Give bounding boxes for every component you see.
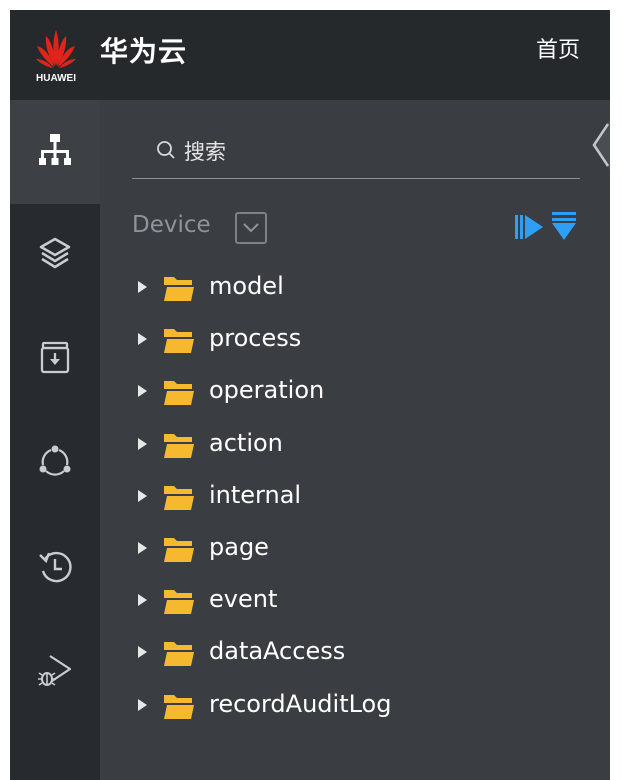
section-dropdown[interactable] bbox=[235, 212, 267, 244]
logo-wordmark: HUAWEI bbox=[36, 73, 76, 84]
activity-item-layers[interactable] bbox=[10, 204, 100, 308]
folder-icon bbox=[164, 537, 194, 562]
tree-node-label: event bbox=[209, 585, 278, 614]
chevron-left-icon bbox=[592, 120, 610, 170]
tree-node-folder[interactable]: model bbox=[130, 262, 600, 314]
tree-node-label: dataAccess bbox=[209, 637, 346, 666]
tree-node-folder[interactable]: operation bbox=[130, 366, 600, 418]
caret-right-icon[interactable] bbox=[136, 593, 148, 607]
tree-node-folder[interactable]: event bbox=[130, 575, 600, 627]
tree-node-label: action bbox=[209, 428, 283, 457]
caret-right-icon[interactable] bbox=[136, 698, 148, 712]
activity-item-nodes[interactable] bbox=[10, 412, 100, 516]
search-box[interactable] bbox=[132, 124, 580, 179]
huawei-logo[interactable]: HUAWEI bbox=[28, 20, 84, 90]
caret-right-icon[interactable] bbox=[136, 384, 148, 398]
debug-run-icon bbox=[38, 655, 72, 686]
search-input[interactable] bbox=[182, 134, 566, 170]
folder-icon bbox=[164, 590, 194, 615]
tree-actions bbox=[512, 210, 580, 246]
nodes-cycle-icon bbox=[39, 445, 71, 476]
tree-node-label: process bbox=[209, 324, 302, 353]
caret-right-icon[interactable] bbox=[136, 489, 148, 503]
file-tree: model process operation action internal … bbox=[130, 262, 600, 732]
tree-node-label: page bbox=[209, 532, 269, 561]
activity-item-history[interactable] bbox=[10, 516, 100, 620]
caret-right-icon[interactable] bbox=[136, 280, 148, 294]
sitemap-icon bbox=[39, 134, 71, 165]
tree-node-folder[interactable]: process bbox=[130, 314, 600, 366]
search-icon bbox=[157, 141, 175, 159]
tree-node-folder[interactable]: action bbox=[130, 419, 600, 471]
folder-icon bbox=[164, 329, 194, 354]
app-window: HUAWEI 华为云 首页 搜索 Device model process op… bbox=[0, 0, 622, 780]
caret-right-icon[interactable] bbox=[136, 332, 148, 346]
caret-right-icon[interactable] bbox=[136, 645, 148, 659]
expand-all-icon[interactable] bbox=[514, 212, 544, 242]
tree-node-label: model bbox=[209, 272, 284, 300]
section-label: Device bbox=[132, 212, 211, 238]
tree-node-folder[interactable]: dataAccess bbox=[130, 627, 600, 679]
tree-node-folder[interactable]: page bbox=[130, 523, 600, 575]
activity-bar bbox=[10, 100, 100, 780]
home-link[interactable]: 首页 bbox=[536, 32, 580, 64]
activity-item-structure[interactable] bbox=[10, 100, 100, 204]
archive-download-icon bbox=[40, 341, 70, 374]
tree-node-folder[interactable]: internal bbox=[130, 471, 600, 523]
folder-icon bbox=[164, 485, 194, 510]
tree-node-label: recordAuditLog bbox=[209, 689, 392, 718]
brand-title: 华为云 bbox=[100, 35, 188, 68]
activity-item-archive[interactable] bbox=[10, 308, 100, 412]
tree-node-folder[interactable]: recordAuditLog bbox=[130, 680, 600, 732]
top-bar: HUAWEI 华为云 首页 bbox=[10, 10, 620, 110]
folder-icon bbox=[164, 694, 194, 719]
folder-icon bbox=[164, 381, 194, 406]
collapse-panel-toggle[interactable] bbox=[588, 118, 610, 172]
folder-icon bbox=[164, 433, 194, 458]
caret-right-icon[interactable] bbox=[136, 437, 148, 451]
chevron-down-icon bbox=[243, 223, 259, 233]
activity-item-debug[interactable] bbox=[10, 620, 100, 724]
huawei-petal-icon bbox=[36, 30, 76, 68]
tree-node-label: internal bbox=[209, 480, 302, 509]
collapse-all-icon[interactable] bbox=[550, 210, 578, 242]
history-icon bbox=[39, 551, 72, 583]
folder-icon bbox=[164, 642, 194, 667]
layers-icon bbox=[39, 237, 71, 269]
outer-background bbox=[610, 10, 622, 780]
caret-right-icon[interactable] bbox=[136, 541, 148, 555]
folder-icon bbox=[164, 277, 194, 301]
section-header: Device bbox=[132, 206, 580, 250]
tree-node-label: operation bbox=[209, 376, 325, 405]
